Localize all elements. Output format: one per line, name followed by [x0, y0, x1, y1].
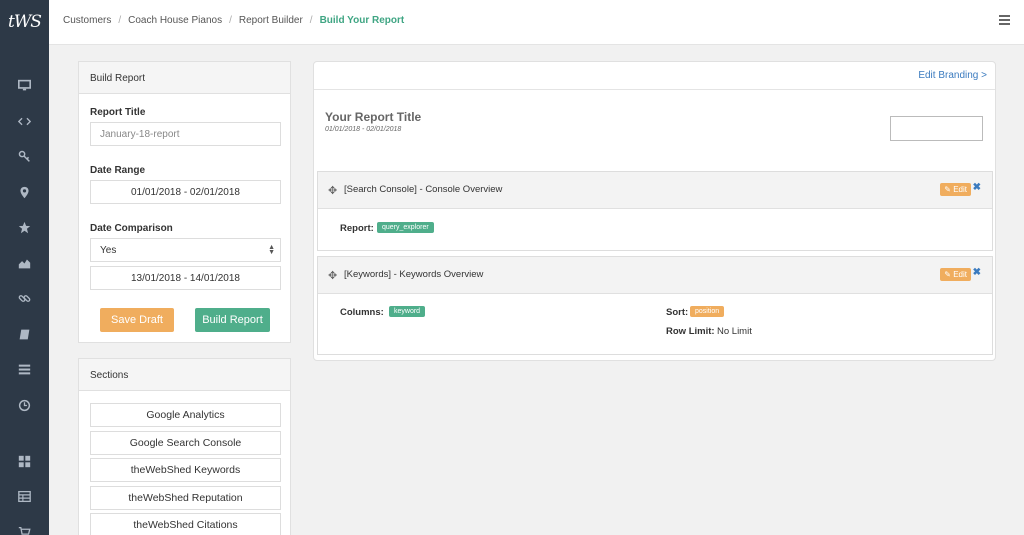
- section-google-analytics[interactable]: Google Analytics: [90, 403, 281, 427]
- breadcrumb: Customers / Coach House Pianos / Report …: [63, 15, 404, 26]
- section-webshed-reputation[interactable]: theWebShed Reputation: [90, 486, 281, 510]
- report-title-label: Report Title: [90, 107, 146, 118]
- build-report-button[interactable]: Build Report: [195, 308, 270, 332]
- report-field-label: Report:: [340, 223, 374, 234]
- breadcrumb-customers[interactable]: Customers: [63, 15, 111, 26]
- date-comparison-select[interactable]: Yes ▲ ▼: [90, 238, 281, 262]
- report-block-header: ✥ [Keywords] - Keywords Overview ✎ Edit …: [318, 257, 992, 294]
- table-icon[interactable]: [0, 482, 49, 510]
- area-chart-icon[interactable]: [0, 249, 49, 277]
- close-icon[interactable]: ✖: [973, 182, 981, 193]
- app-logo[interactable]: tWS: [8, 12, 42, 32]
- move-icon[interactable]: ✥: [328, 184, 337, 197]
- star-icon[interactable]: [0, 213, 49, 241]
- build-report-header: Build Report: [79, 62, 290, 94]
- report-block-keywords: ✥ [Keywords] - Keywords Overview ✎ Edit …: [317, 256, 993, 355]
- report-title: Your Report Title: [325, 110, 422, 124]
- report-block-header: ✥ [Search Console] - Console Overview ✎ …: [318, 172, 992, 209]
- sections-panel: Sections Google Analytics Google Search …: [78, 358, 291, 535]
- move-icon[interactable]: ✥: [328, 269, 337, 282]
- breadcrumb-current: Build Your Report: [319, 15, 405, 26]
- report-preview-panel: Edit Branding > Your Report Title 01/01/…: [313, 61, 996, 361]
- report-block-title: [Search Console] - Console Overview: [344, 184, 503, 195]
- close-icon[interactable]: ✖: [973, 267, 981, 278]
- map-pin-icon[interactable]: [0, 178, 49, 206]
- edit-branding-link[interactable]: Edit Branding >: [918, 70, 987, 81]
- row-limit-value: No Limit: [717, 326, 752, 337]
- row-limit-label: Row Limit:: [666, 326, 715, 337]
- breadcrumb-separator: /: [118, 15, 122, 26]
- date-comparison-value: Yes: [100, 245, 117, 256]
- edit-button-label: Edit: [953, 270, 967, 279]
- hamburger-menu-icon[interactable]: [999, 15, 1010, 25]
- report-block-title: [Keywords] - Keywords Overview: [344, 269, 484, 280]
- section-webshed-citations[interactable]: theWebShed Citations: [90, 513, 281, 535]
- edit-button[interactable]: ✎ Edit: [940, 183, 971, 196]
- divider: [314, 89, 995, 90]
- date-range-input[interactable]: 01/01/2018 - 02/01/2018: [90, 180, 281, 204]
- monitor-icon[interactable]: [0, 71, 49, 99]
- section-google-search-console[interactable]: Google Search Console: [90, 431, 281, 455]
- clock-icon[interactable]: [0, 391, 49, 419]
- date-comparison-label: Date Comparison: [90, 223, 173, 234]
- report-dates: 01/01/2018 - 02/01/2018: [325, 126, 402, 133]
- report-title-input[interactable]: January-18-report: [90, 122, 281, 146]
- cart-icon[interactable]: [0, 518, 49, 535]
- comparison-range-input[interactable]: 13/01/2018 - 14/01/2018: [90, 266, 281, 290]
- breadcrumb-customer-name[interactable]: Coach House Pianos: [128, 15, 222, 26]
- sidebar-rail: tWS: [0, 0, 49, 535]
- breadcrumb-report-builder[interactable]: Report Builder: [239, 15, 303, 26]
- date-range-label: Date Range: [90, 165, 146, 176]
- branding-logo-image: [890, 116, 983, 141]
- sort-label: Sort:: [666, 307, 689, 318]
- columns-tag: keyword: [389, 306, 426, 317]
- list-icon[interactable]: [0, 355, 49, 383]
- columns-label: Columns:: [340, 307, 384, 318]
- report-block-search-console: ✥ [Search Console] - Console Overview ✎ …: [317, 171, 993, 251]
- book-icon[interactable]: [0, 320, 49, 348]
- grid-icon[interactable]: [0, 447, 49, 475]
- section-webshed-keywords[interactable]: theWebShed Keywords: [90, 458, 281, 482]
- breadcrumb-separator: /: [229, 15, 232, 26]
- select-arrows-icon: ▲ ▼: [268, 244, 275, 256]
- build-report-panel: Build Report Report Title January-18-rep…: [78, 61, 291, 343]
- edit-button[interactable]: ✎ Edit: [940, 268, 971, 281]
- code-icon[interactable]: [0, 107, 49, 135]
- sort-tag: position: [690, 306, 725, 317]
- edit-button-label: Edit: [953, 185, 967, 194]
- report-tag: query_explorer: [377, 222, 434, 233]
- breadcrumb-separator: /: [309, 15, 313, 26]
- top-bar: Customers / Coach House Pianos / Report …: [49, 0, 1024, 45]
- save-draft-button[interactable]: Save Draft: [100, 308, 174, 332]
- sections-header: Sections: [79, 359, 290, 391]
- link-icon[interactable]: [0, 284, 49, 312]
- key-icon[interactable]: [0, 142, 49, 170]
